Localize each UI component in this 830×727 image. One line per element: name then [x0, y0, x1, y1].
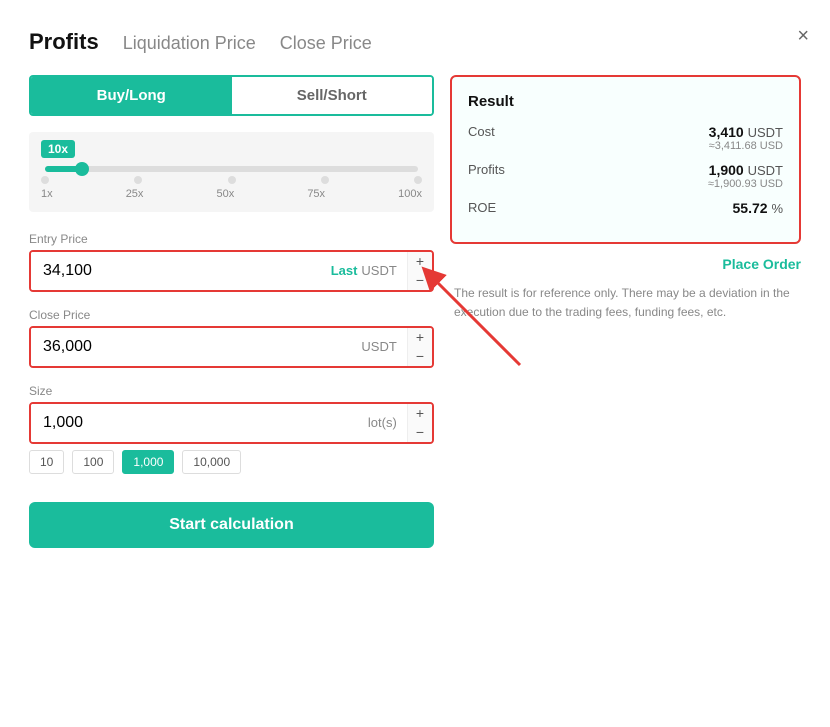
size-input[interactable] — [31, 404, 358, 442]
size-decrement[interactable]: − — [408, 423, 432, 442]
buy-long-button[interactable]: Buy/Long — [31, 77, 232, 114]
cost-label: Cost — [468, 124, 495, 139]
profits-value: 1,900 USDT — [708, 162, 783, 178]
size-label: Size — [29, 384, 434, 398]
last-label: Last — [331, 263, 358, 278]
slider-dots — [41, 176, 422, 184]
size-input-group: lot(s) + − — [29, 402, 434, 444]
close-button[interactable]: × — [797, 25, 809, 48]
entry-price-unit: Last USDT — [321, 252, 407, 290]
tab-liquidation-price[interactable]: Liquidation Price — [123, 33, 256, 54]
size-preset-1000[interactable]: 1,000 — [122, 450, 174, 474]
result-box: Result Cost 3,410 USDT ≈3,411.68 USD Pro… — [450, 75, 801, 244]
close-price-increment[interactable]: + — [408, 328, 432, 347]
cost-value: 3,410 USDT — [709, 124, 783, 140]
roe-value: 55.72 % — [733, 200, 784, 216]
slider-dot — [321, 176, 329, 184]
lever-label-100x: 100x — [398, 188, 422, 200]
close-price-unit: USDT — [351, 328, 406, 366]
disclaimer: The result is for reference only. There … — [450, 284, 801, 322]
size-unit: lot(s) — [358, 404, 407, 442]
modal: × Profits Liquidation Price Close Price … — [5, 9, 825, 719]
slider-labels: 1x 25x 50x 75x 100x — [41, 188, 422, 200]
cost-row: Cost 3,410 USDT ≈3,411.68 USD — [468, 124, 783, 152]
lever-label-1x: 1x — [41, 188, 53, 200]
profits-value-wrap: 1,900 USDT ≈1,900.93 USD — [708, 162, 783, 190]
slider-track[interactable] — [45, 166, 418, 172]
close-price-input[interactable] — [31, 328, 351, 366]
entry-price-increment[interactable]: + — [408, 252, 432, 271]
slider-dot — [228, 176, 236, 184]
tab-profits[interactable]: Profits — [29, 29, 99, 55]
entry-price-currency: USDT — [361, 263, 396, 278]
roe-row: ROE 55.72 % — [468, 200, 783, 216]
result-title: Result — [468, 93, 783, 110]
right-panel: Result Cost 3,410 USDT ≈3,411.68 USD Pro… — [450, 75, 801, 548]
entry-price-input[interactable] — [31, 252, 321, 290]
size-preset-10000[interactable]: 10,000 — [182, 450, 241, 474]
start-calculation-button[interactable]: Start calculation — [29, 502, 434, 548]
close-price-input-group: USDT + − — [29, 326, 434, 368]
close-price-stepper: + − — [407, 328, 432, 366]
size-unit-label: lot(s) — [368, 415, 397, 430]
slider-dot — [414, 176, 422, 184]
entry-price-stepper: + − — [407, 252, 432, 290]
leverage-badge: 10x — [41, 140, 75, 158]
cost-value-wrap: 3,410 USDT ≈3,411.68 USD — [709, 124, 783, 152]
lever-label-75x: 75x — [307, 188, 325, 200]
cost-sub: ≈3,411.68 USD — [709, 140, 783, 152]
sell-short-button[interactable]: Sell/Short — [232, 77, 433, 114]
lever-label-50x: 50x — [217, 188, 235, 200]
lever-label-25x: 25x — [126, 188, 144, 200]
profits-row: Profits 1,900 USDT ≈1,900.93 USD — [468, 162, 783, 190]
roe-label: ROE — [468, 200, 496, 215]
roe-value-wrap: 55.72 % — [733, 200, 784, 216]
tab-close-price[interactable]: Close Price — [280, 33, 372, 54]
entry-price-label: Entry Price — [29, 232, 434, 246]
close-price-currency: USDT — [361, 339, 396, 354]
entry-price-decrement[interactable]: − — [408, 271, 432, 290]
content-row: Buy/Long Sell/Short 10x 1x — [29, 75, 801, 548]
size-presets: 10 100 1,000 10,000 — [29, 450, 434, 474]
tabs-row: Profits Liquidation Price Close Price — [29, 29, 801, 55]
close-price-label: Close Price — [29, 308, 434, 322]
buy-sell-toggle: Buy/Long Sell/Short — [29, 75, 434, 116]
size-preset-10[interactable]: 10 — [29, 450, 64, 474]
place-order-button[interactable]: Place Order — [450, 256, 801, 272]
slider-thumb[interactable] — [75, 162, 89, 176]
size-preset-100[interactable]: 100 — [72, 450, 114, 474]
slider-dot — [134, 176, 142, 184]
size-stepper: + − — [407, 404, 432, 442]
entry-price-input-group: Last USDT + − — [29, 250, 434, 292]
leverage-area: 10x 1x 25x 50x 75x 100x — [29, 132, 434, 212]
profits-sub: ≈1,900.93 USD — [708, 178, 783, 190]
left-panel: Buy/Long Sell/Short 10x 1x — [29, 75, 434, 548]
close-price-decrement[interactable]: − — [408, 347, 432, 366]
size-increment[interactable]: + — [408, 404, 432, 423]
slider-dot — [41, 176, 49, 184]
profits-label: Profits — [468, 162, 505, 177]
